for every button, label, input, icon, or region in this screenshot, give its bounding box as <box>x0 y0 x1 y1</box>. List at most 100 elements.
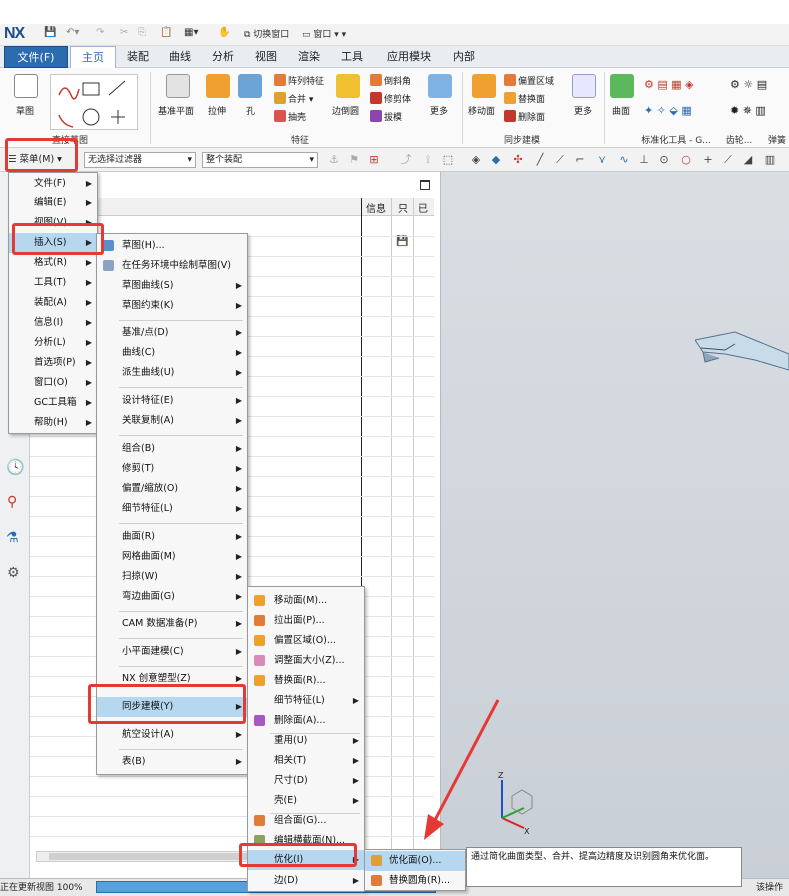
history-icon[interactable]: 🕓 <box>6 458 25 476</box>
menu-item-format[interactable]: 格式(R) ▶ <box>9 253 97 273</box>
insert-item-aerospace-design[interactable]: 航空设计(A) ▶ <box>97 725 247 745</box>
curve-rule-icon[interactable]: ⤴ <box>398 152 414 168</box>
touch-mode-icon[interactable]: ✋ <box>218 27 230 38</box>
replace-face-button[interactable]: 替换面 <box>504 92 545 105</box>
tab-view[interactable]: 视图 <box>246 46 286 68</box>
insert-item-sketch-constraint[interactable]: 草图约束(K) ▶ <box>97 296 247 316</box>
sync-item-delete-face[interactable]: 删除面(A)... <box>248 711 364 731</box>
snap-existing-point-icon[interactable]: + <box>700 152 716 168</box>
edge-blend-icon[interactable] <box>336 74 360 98</box>
sync-item-pull-face[interactable]: 拉出面(P)... <box>248 611 364 631</box>
snap-bounded-icon[interactable]: ▥ <box>762 152 778 168</box>
more-feature-icon[interactable] <box>428 74 452 98</box>
snap-endpoint-icon[interactable]: ╱ <box>532 152 548 168</box>
sync-item-group-face[interactable]: 组合面(G)... <box>248 811 364 831</box>
sync-item-shell[interactable]: 壳(E) ▶ <box>248 791 364 811</box>
menu-item-information[interactable]: 信息(I) ▶ <box>9 313 97 333</box>
more-sync-icon[interactable] <box>572 74 596 98</box>
snap-center-icon[interactable]: ⊙ <box>656 152 672 168</box>
delete-face-button[interactable]: 删除面 <box>504 110 545 123</box>
insert-item-detail-feature[interactable]: 细节特征(L) ▶ <box>97 499 247 519</box>
insert-item-flange-surface[interactable]: 弯边曲面(G) ▶ <box>97 587 247 607</box>
sync-item-edge[interactable]: 边(D) ▶ <box>248 871 364 891</box>
tab-analysis[interactable]: 分析 <box>203 46 243 68</box>
selection-priority-icon[interactable]: ⚓ <box>326 152 342 168</box>
insert-item-sketch-in-task[interactable]: 在任务环境中绘制草图(V) <box>97 256 247 276</box>
cut-icon[interactable]: ✂ <box>120 27 128 38</box>
standard-tools-icons-row2[interactable]: ✦ ✧ ⬙ ▦ <box>644 104 692 117</box>
scope-dropdown[interactable]: 整个装配 <box>202 152 318 168</box>
extrude-icon[interactable] <box>206 74 230 98</box>
filter-solid-icon[interactable]: ◆ <box>488 152 504 168</box>
insert-item-trim[interactable]: 修剪(T) ▶ <box>97 459 247 479</box>
system-materials-icon[interactable]: ⚙ <box>7 565 20 581</box>
tab-home[interactable]: 主页 <box>70 46 116 69</box>
sync-item-replace-face[interactable]: 替换面(R)... <box>248 671 364 691</box>
snap-on-face-icon[interactable]: ◢ <box>740 152 756 168</box>
filter-body-icon[interactable]: ◈ <box>468 152 484 168</box>
snap-midpoint-icon[interactable]: ⟋ <box>552 152 568 168</box>
tab-assembly[interactable]: 装配 <box>118 46 158 68</box>
gear-tools-icons-row2[interactable]: ✹ ✵ ▥ <box>730 104 766 117</box>
sync-item-resize-face[interactable]: 调整面大小(Z)... <box>248 651 364 671</box>
maximize-icon[interactable] <box>420 180 430 190</box>
sync-item-offset-region[interactable]: 偏置区域(O)... <box>248 631 364 651</box>
insert-item-cam-data-prep[interactable]: CAM 数据准备(P) ▶ <box>97 614 247 634</box>
snap-control-icon[interactable]: ⌐ <box>572 152 588 168</box>
pattern-feature-button[interactable]: 阵列特征 <box>274 74 324 87</box>
insert-item-associative-copy[interactable]: 关联复制(A) ▶ <box>97 411 247 431</box>
column-modified[interactable]: 已 <box>418 200 428 215</box>
datum-plane-icon[interactable] <box>166 74 190 98</box>
role-icon[interactable]: ⚲ <box>7 494 17 510</box>
optimize-item-optimize-face[interactable]: 优化面(O)... <box>365 851 465 871</box>
insert-item-facet-modeling[interactable]: 小平面建模(C) ▶ <box>97 642 247 662</box>
pick-icon[interactable]: ⚑ <box>346 152 362 168</box>
snap-intersection-icon[interactable]: ⋎ <box>594 152 610 168</box>
model-part[interactable] <box>695 328 789 388</box>
insert-item-design-feature[interactable]: 设计特征(E) ▶ <box>97 391 247 411</box>
column-read-only[interactable]: 只 <box>398 200 408 215</box>
snap-arc-icon[interactable]: ∿ <box>616 152 632 168</box>
unite-button[interactable]: 合并 ▾ <box>274 92 313 105</box>
tab-tools[interactable]: 工具 <box>332 46 372 68</box>
switch-window-button[interactable]: ⧉ 切换窗口 <box>244 27 289 40</box>
tab-internal[interactable]: 内部 <box>444 46 484 68</box>
filter-point-icon[interactable]: ✣ <box>510 152 526 168</box>
sketch-icon[interactable] <box>14 74 38 98</box>
insert-item-combine[interactable]: 组合(B) ▶ <box>97 439 247 459</box>
shell-button[interactable]: 抽壳 <box>274 110 306 123</box>
sync-item-move-face[interactable]: 移动面(M)... <box>248 591 364 611</box>
copy-icon[interactable]: ⎘ <box>138 27 146 38</box>
menu-item-assembly[interactable]: 装配(A) ▶ <box>9 293 97 313</box>
window-menu-button[interactable]: ▭ 窗口 ▾ ▾ <box>302 27 346 40</box>
sync-item-detail-feature[interactable]: 细节特征(L) ▶ <box>248 691 364 711</box>
offset-region-button[interactable]: 偏置区域 <box>504 74 554 87</box>
undo-icon[interactable]: ↶▾ <box>66 27 79 38</box>
command-finder-icon[interactable]: ▦▾ <box>184 27 198 38</box>
draft-button[interactable]: 拔模 <box>370 110 402 123</box>
reuse-library-icon[interactable]: ⚗ <box>6 530 19 546</box>
trim-body-button[interactable]: 修剪体 <box>370 92 411 105</box>
chamfer-button[interactable]: 倒斜角 <box>370 74 411 87</box>
insert-item-sketch-curve[interactable]: 草图曲线(S) ▶ <box>97 276 247 296</box>
menu-item-edit[interactable]: 编辑(E) ▶ <box>9 193 97 213</box>
sync-item-relate[interactable]: 相关(T) ▶ <box>248 751 364 771</box>
insert-item-datum-point[interactable]: 基准/点(D) ▶ <box>97 323 247 343</box>
tab-file[interactable]: 文件(F) <box>4 46 68 68</box>
menu-item-preferences[interactable]: 首选项(P) ▶ <box>9 353 97 373</box>
face-rule-icon[interactable]: ⟟ <box>420 152 436 168</box>
rectangle-select-icon[interactable]: ⬚ <box>440 152 456 168</box>
insert-item-table[interactable]: 表(B) ▶ <box>97 752 247 772</box>
save-icon[interactable]: 💾 <box>44 27 56 38</box>
tab-application[interactable]: 应用模块 <box>380 46 438 68</box>
tab-curve[interactable]: 曲线 <box>160 46 200 68</box>
menu-item-tools[interactable]: 工具(T) ▶ <box>9 273 97 293</box>
surface-icon[interactable] <box>610 74 634 98</box>
snap-on-curve-icon[interactable]: ⟋ <box>720 152 736 168</box>
standard-tools-icons[interactable]: ⚙ ▤ ▦ ◈ <box>644 78 694 91</box>
insert-item-curve[interactable]: 曲线(C) ▶ <box>97 343 247 363</box>
tab-render[interactable]: 渲染 <box>289 46 329 68</box>
paste-icon[interactable]: 📋 <box>160 27 172 38</box>
sketch-curve-gallery[interactable] <box>50 74 138 130</box>
move-face-icon[interactable] <box>472 74 496 98</box>
